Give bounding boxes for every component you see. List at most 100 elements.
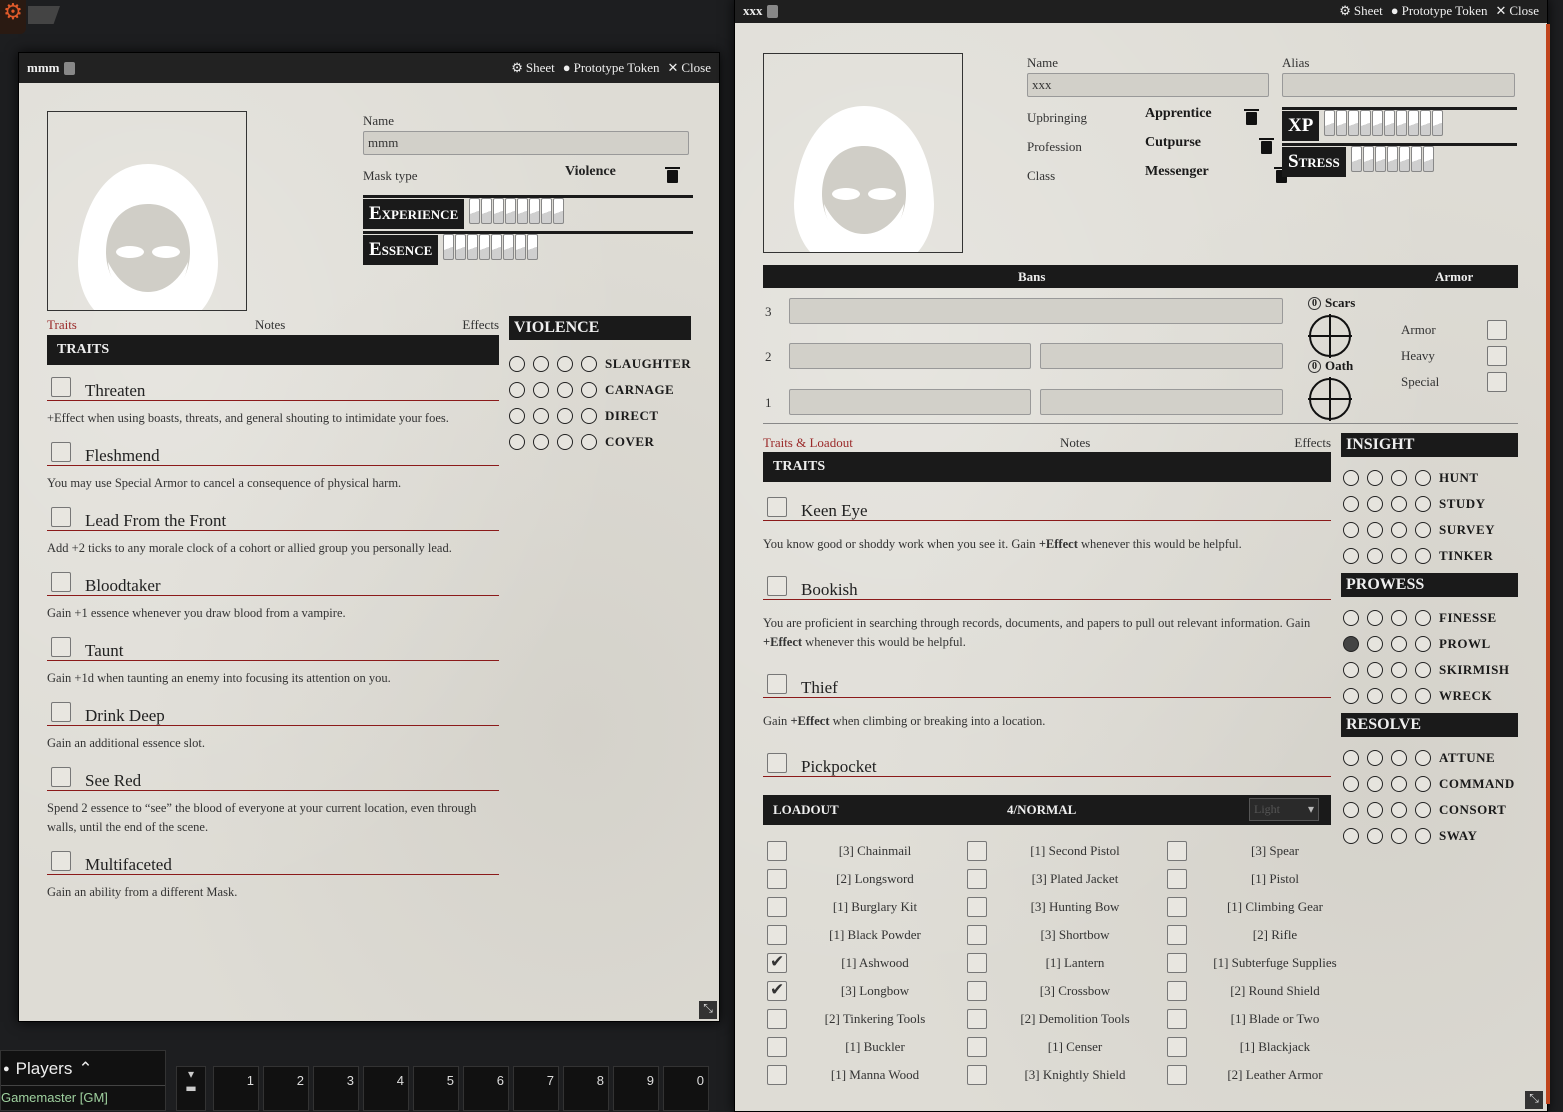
action-dot[interactable]: [1343, 750, 1359, 766]
loadout-checkbox[interactable]: [967, 841, 987, 861]
trait-checkbox[interactable]: [767, 673, 787, 694]
tab-traits-loadout[interactable]: Traits & Loadout: [763, 435, 853, 451]
action-dot[interactable]: [1343, 636, 1359, 652]
armor-checkbox[interactable]: [1487, 346, 1507, 366]
loadout-select[interactable]: Light ▾: [1249, 798, 1319, 821]
action-dot[interactable]: [557, 382, 573, 398]
action-dot[interactable]: [1391, 828, 1407, 844]
players-toggle[interactable]: ● Players ⌃: [1, 1051, 165, 1079]
action-dot[interactable]: [1391, 548, 1407, 564]
stress-ticks[interactable]: [1350, 146, 1434, 177]
tab-effects[interactable]: Effects: [462, 317, 499, 333]
action-dot[interactable]: [1367, 636, 1383, 652]
hotbar-slot[interactable]: 8: [563, 1066, 609, 1111]
action-dot[interactable]: [1343, 776, 1359, 792]
action-dot[interactable]: [1343, 470, 1359, 486]
action-dot[interactable]: [581, 434, 597, 450]
trait-checkbox[interactable]: [51, 441, 71, 462]
delete-upbringing-icon[interactable]: [1244, 109, 1259, 125]
loadout-checkbox[interactable]: [1167, 1065, 1187, 1085]
trait-checkbox[interactable]: [767, 496, 787, 517]
armor-checkbox[interactable]: [1487, 372, 1507, 392]
loadout-checkbox[interactable]: [767, 1037, 787, 1057]
action-dot[interactable]: [1367, 548, 1383, 564]
action-dot[interactable]: [1391, 496, 1407, 512]
essence-ticks[interactable]: [442, 234, 539, 265]
delete-mask-icon[interactable]: [665, 167, 680, 183]
trait-checkbox[interactable]: [51, 506, 71, 527]
action-dot[interactable]: [1367, 610, 1383, 626]
trait-checkbox[interactable]: [51, 701, 71, 722]
loadout-checkbox[interactable]: [1167, 869, 1187, 889]
action-dot[interactable]: [1367, 470, 1383, 486]
action-dot[interactable]: [533, 356, 549, 372]
id-icon[interactable]: [63, 61, 75, 75]
action-dot[interactable]: [509, 408, 525, 424]
id-icon[interactable]: [766, 4, 778, 18]
delete-profession-icon[interactable]: [1259, 138, 1274, 154]
action-dot[interactable]: [1343, 802, 1359, 818]
loadout-checkbox[interactable]: [1167, 1009, 1187, 1029]
action-dot[interactable]: [1415, 496, 1431, 512]
action-dot[interactable]: [509, 382, 525, 398]
hotbar-menu-button[interactable]: ▾ ▬: [176, 1066, 206, 1111]
alias-field[interactable]: [1282, 73, 1515, 97]
close-button[interactable]: ✕ Close: [667, 60, 711, 76]
hotbar-slot[interactable]: 6: [463, 1066, 509, 1111]
sheet-button[interactable]: ⚙ Sheet: [1339, 3, 1383, 19]
prototype-token-button[interactable]: ● Prototype Token: [563, 60, 660, 76]
loadout-checkbox[interactable]: [767, 897, 787, 917]
trait-checkbox[interactable]: [51, 571, 71, 592]
loadout-checkbox[interactable]: [1167, 925, 1187, 945]
action-dot[interactable]: [1415, 750, 1431, 766]
loadout-checkbox[interactable]: [967, 897, 987, 917]
loadout-checkbox[interactable]: [1167, 897, 1187, 917]
action-dot[interactable]: [1415, 470, 1431, 486]
action-dot[interactable]: [1391, 688, 1407, 704]
action-dot[interactable]: [1367, 662, 1383, 678]
loadout-checkbox[interactable]: [967, 981, 987, 1001]
hotbar-slot[interactable]: 5: [413, 1066, 459, 1111]
portrait[interactable]: [47, 111, 247, 311]
action-dot[interactable]: [1415, 688, 1431, 704]
name-field[interactable]: mmm: [363, 131, 689, 155]
tab-notes[interactable]: Notes: [1060, 435, 1090, 451]
tab-effects[interactable]: Effects: [1294, 435, 1331, 451]
tab-notes[interactable]: Notes: [255, 317, 285, 333]
hotbar-slot[interactable]: 9: [613, 1066, 659, 1111]
action-dot[interactable]: [1367, 776, 1383, 792]
action-dot[interactable]: [509, 434, 525, 450]
profession-value[interactable]: Cutpurse: [1145, 135, 1201, 151]
action-dot[interactable]: [1343, 662, 1359, 678]
name-field[interactable]: xxx: [1027, 73, 1269, 97]
action-dot[interactable]: [1415, 548, 1431, 564]
trait-checkbox[interactable]: [51, 636, 71, 657]
loadout-checkbox[interactable]: [967, 925, 987, 945]
loadout-checkbox[interactable]: [967, 1037, 987, 1057]
action-dot[interactable]: [1343, 496, 1359, 512]
loadout-checkbox[interactable]: [767, 1009, 787, 1029]
action-dot[interactable]: [1343, 548, 1359, 564]
ban-field-1b[interactable]: [1040, 389, 1283, 415]
hotbar-slot[interactable]: 3: [313, 1066, 359, 1111]
xp-ticks[interactable]: [1323, 110, 1444, 141]
hotbar-slot[interactable]: 2: [263, 1066, 309, 1111]
action-dot[interactable]: [1343, 610, 1359, 626]
trait-checkbox[interactable]: [51, 850, 71, 871]
ban-field-2b[interactable]: [1040, 343, 1283, 369]
prototype-token-button[interactable]: ● Prototype Token: [1391, 3, 1488, 19]
action-dot[interactable]: [1415, 610, 1431, 626]
resize-handle-icon[interactable]: ⤡: [1525, 1091, 1543, 1109]
loadout-checkbox[interactable]: [767, 841, 787, 861]
action-dot[interactable]: [581, 382, 597, 398]
action-dot[interactable]: [1367, 496, 1383, 512]
loadout-checkbox[interactable]: [967, 869, 987, 889]
loadout-checkbox[interactable]: [967, 953, 987, 973]
player-gm[interactable]: Gamemaster [GM]: [1, 1086, 165, 1105]
loadout-checkbox[interactable]: [1167, 981, 1187, 1001]
loadout-checkbox[interactable]: [967, 1065, 987, 1085]
ban-field-3[interactable]: [789, 298, 1283, 324]
ban-field-2a[interactable]: [789, 343, 1031, 369]
loadout-checkbox[interactable]: [1167, 953, 1187, 973]
action-dot[interactable]: [581, 408, 597, 424]
